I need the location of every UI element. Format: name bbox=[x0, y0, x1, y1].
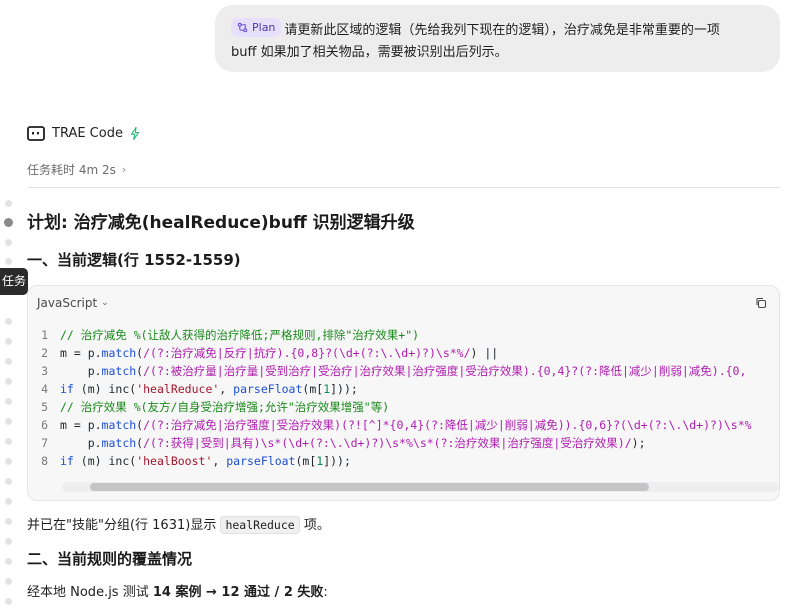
timeline-dot bbox=[5, 438, 12, 445]
code-line: 2m = p.match(/(?:治疗减免|反疗|抗疗).{0,8}?(\d+(… bbox=[28, 344, 779, 362]
section-heading-current-logic: 一、当前逻辑(行 1552-1559) bbox=[27, 251, 241, 269]
code-line: 3 p.match(/(?:被治疗量|治疗量|受到治疗|受治疗|治疗效果|治疗强… bbox=[28, 362, 779, 380]
timeline-dot bbox=[5, 239, 12, 246]
code-line: 1// 治疗减免 %(让敌人获得的治疗降低;严格规则,排除"治疗效果+") bbox=[28, 326, 779, 344]
section-heading-coverage: 二、当前规则的覆盖情况 bbox=[27, 550, 193, 568]
agent-header: TRAE Code bbox=[27, 123, 140, 143]
timeline-dot bbox=[5, 538, 12, 545]
timeline-dot bbox=[5, 398, 12, 405]
timeline-dot bbox=[5, 200, 12, 207]
code-block-header: JavaScript ⌄ bbox=[28, 286, 779, 320]
task-duration-toggle[interactable]: 任务耗时 4m 2s › bbox=[27, 160, 126, 178]
scrollbar-thumb[interactable] bbox=[90, 483, 649, 491]
timeline-dot bbox=[5, 318, 12, 325]
timeline-dot-active[interactable] bbox=[4, 218, 13, 227]
plan-icon bbox=[237, 22, 248, 33]
task-duration: 任务耗时 4m 2s bbox=[27, 162, 116, 177]
code-line: 7 p.match(/(?:获得|受到|具有)\s*(\d+(?:\.\d+)?… bbox=[28, 434, 779, 452]
task-rail-tab[interactable]: 任务 bbox=[0, 268, 28, 295]
code-language-select[interactable]: JavaScript ⌄ bbox=[37, 296, 109, 310]
line-number: 7 bbox=[41, 436, 48, 450]
plan-title: 计划: 治疗减免(healReduce)buff 识别逻辑升级 bbox=[27, 213, 415, 233]
code-lines: 1// 治疗减免 %(让敌人获得的治疗降低;严格规则,排除"治疗效果+") 2m… bbox=[28, 320, 779, 470]
code-line: 4 if (m) inc('healReduce', parseFloat(m[1… bbox=[28, 380, 779, 398]
copy-icon[interactable] bbox=[755, 297, 767, 309]
code-language-label: JavaScript bbox=[37, 296, 98, 310]
line-number: 8 bbox=[41, 454, 48, 468]
timeline-dot bbox=[5, 578, 12, 585]
divider bbox=[27, 187, 780, 188]
plan-tag-label: Plan bbox=[252, 20, 276, 34]
timeline-dot bbox=[5, 258, 12, 265]
plan-mode-tag: Plan bbox=[231, 18, 282, 37]
timeline-dot bbox=[5, 458, 12, 465]
line-number: 4 bbox=[41, 382, 48, 396]
timeline-dot bbox=[5, 558, 12, 565]
bolt-icon bbox=[130, 126, 140, 140]
chevron-right-icon: › bbox=[121, 162, 127, 176]
code-horizontal-scrollbar[interactable] bbox=[62, 482, 779, 492]
agent-name: TRAE Code bbox=[52, 125, 123, 141]
chevron-down-icon: ⌄ bbox=[101, 298, 109, 308]
timeline-dot bbox=[5, 418, 12, 425]
paragraph-test-results: 经本地 Node.js 测试 14 案例 → 12 通过 / 2 失败: bbox=[27, 585, 328, 600]
timeline-dot bbox=[5, 478, 12, 485]
code-line: 5// 治疗效果 %(友方/自身受治疗增强;允许"治疗效果增强"等) bbox=[28, 398, 779, 416]
timeline-dot bbox=[5, 518, 12, 525]
line-number: 2 bbox=[41, 346, 48, 360]
code-line: 6m = p.match(/(?:治疗减免|治疗强度|受治疗效果)(?![^]*… bbox=[28, 416, 779, 434]
timeline-dot bbox=[5, 338, 12, 345]
inline-code: healReduce bbox=[220, 516, 300, 534]
line-number: 1 bbox=[41, 328, 48, 342]
user-message-text-2: buff 如果加了相关物品，需要被识别出后列示。 bbox=[231, 45, 508, 60]
timeline-dot bbox=[5, 358, 12, 365]
user-message-line: Plan 请更新此区域的逻辑（先给我列下现在的逻辑），治疗减免是非常重要的一项 bbox=[231, 18, 764, 42]
user-message-text-1: 请更新此区域的逻辑（先给我列下现在的逻辑），治疗减免是非常重要的一项 bbox=[284, 23, 720, 38]
test-results-summary: 14 案例 → 12 通过 / 2 失败 bbox=[152, 585, 324, 600]
code-line: 8 if (m) inc('healBoost', parseFloat(m[1]… bbox=[28, 452, 779, 470]
user-message-bubble: Plan 请更新此区域的逻辑（先给我列下现在的逻辑），治疗减免是非常重要的一项 … bbox=[215, 5, 780, 72]
code-block: JavaScript ⌄ 1// 治疗减免 %(让敌人获得的治疗降低;严格规则,… bbox=[27, 285, 780, 501]
timeline-dot bbox=[5, 498, 12, 505]
line-number: 3 bbox=[41, 364, 48, 378]
line-number: 6 bbox=[41, 418, 48, 432]
paragraph-skill-group: 并已在"技能"分组(行 1631)显示 healReduce 项。 bbox=[27, 516, 330, 534]
timeline-dot bbox=[5, 378, 12, 385]
trae-logo-icon bbox=[27, 125, 45, 141]
timeline-dot bbox=[5, 598, 12, 605]
line-number: 5 bbox=[41, 400, 48, 414]
